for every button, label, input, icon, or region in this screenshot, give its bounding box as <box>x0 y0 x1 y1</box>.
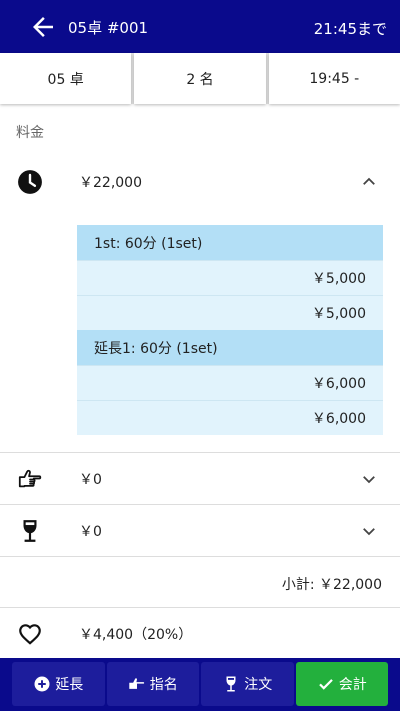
drinks-row[interactable]: ￥0 <box>0 505 400 557</box>
row-value: ￥6,000 <box>311 376 366 392</box>
check-icon <box>318 679 333 690</box>
divider <box>0 556 400 557</box>
nomination-row[interactable]: ￥0 <box>0 453 400 505</box>
plus-circle-icon <box>34 676 50 692</box>
drinks-amount: ￥0 <box>79 524 102 540</box>
order-label: 注文 <box>244 677 273 693</box>
wine-glass-icon <box>226 676 236 692</box>
table-header-row: 延長1: 60分 (1set) <box>77 330 383 365</box>
end-time: 21:45まで <box>313 20 387 38</box>
subtotal: 小計: ￥22,000 <box>281 577 382 593</box>
nominate-label: 指名 <box>149 677 178 693</box>
nominate-button[interactable]: 指名 <box>106 662 199 706</box>
service-charge-row: ￥4,400（20%） <box>0 608 400 660</box>
pointing-hand-icon <box>18 469 42 488</box>
checkout-button[interactable]: 会計 <box>295 662 388 706</box>
table-row: ￥5,000 <box>77 260 383 295</box>
charge-breakdown-table: 1st: 60分 (1set) ￥5,000 ￥5,000 延長1: 60分 (… <box>77 225 383 435</box>
time-charge-row[interactable]: ￥22,000 <box>0 156 400 208</box>
wine-glass-icon <box>23 520 37 542</box>
row-value: ￥6,000 <box>311 411 366 427</box>
service-charge-amount: ￥4,400（20%） <box>79 627 193 643</box>
time-charge-amount: ￥22,000 <box>79 175 142 191</box>
table-number[interactable]: 05 卓 <box>0 53 132 104</box>
row-value: ￥5,000 <box>311 306 366 322</box>
chevron-down-icon[interactable] <box>360 522 378 540</box>
row-label: 1st: 60分 (1set) <box>94 235 203 252</box>
row-value: ￥5,000 <box>311 271 366 287</box>
extend-label: 延長 <box>55 677 84 693</box>
chevron-down-icon[interactable] <box>360 470 378 488</box>
info-bar: 05 卓 2 名 19:45 - <box>0 53 400 104</box>
action-bar: 延長 指名 注文 会計 <box>0 658 400 711</box>
table-header-row: 1st: 60分 (1set) <box>77 225 383 260</box>
page-title: 05卓 #001 <box>68 19 149 37</box>
checkout-label: 会計 <box>338 677 367 693</box>
nomination-amount: ￥0 <box>79 472 102 488</box>
clock-icon <box>18 170 42 194</box>
guest-count[interactable]: 2 名 <box>134 53 266 104</box>
pointing-hand-icon <box>129 678 144 689</box>
chevron-up-icon[interactable] <box>360 173 378 191</box>
heart-icon <box>19 624 41 645</box>
row-label: 延長1: 60分 (1set) <box>94 340 218 357</box>
section-label: 料金 <box>16 125 44 141</box>
app-header: 05卓 #001 21:45まで <box>0 0 400 53</box>
table-row: ￥6,000 <box>77 400 383 435</box>
start-time[interactable]: 19:45 - <box>268 53 400 104</box>
table-row: ￥6,000 <box>77 365 383 400</box>
table-row: ￥5,000 <box>77 295 383 330</box>
back-arrow-icon[interactable] <box>28 12 58 42</box>
order-button[interactable]: 注文 <box>201 662 294 706</box>
extend-button[interactable]: 延長 <box>12 662 105 706</box>
